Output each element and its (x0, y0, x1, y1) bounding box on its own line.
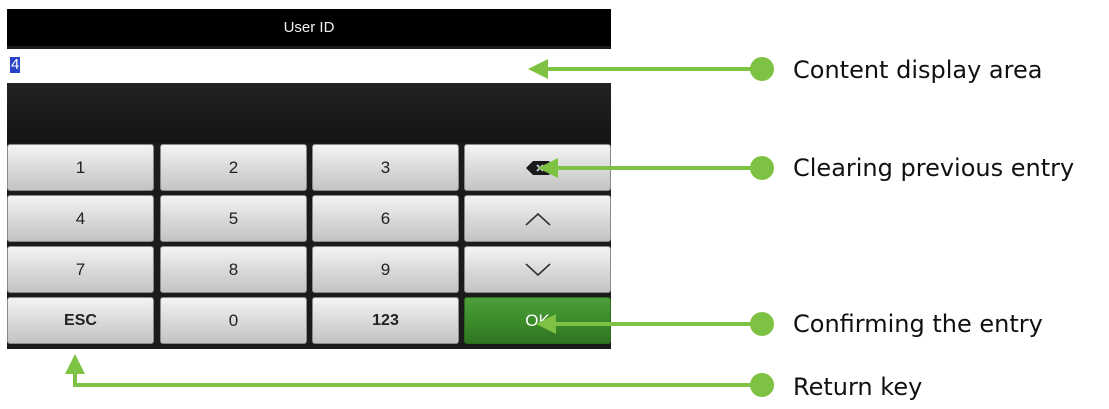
label-clear-previous: Clearing previous entry (793, 154, 1075, 182)
label-confirm: Confirming the entry (793, 310, 1043, 338)
dot-clear-previous (750, 156, 774, 180)
label-return: Return key (793, 373, 923, 401)
dot-confirm (750, 312, 774, 336)
dot-return (750, 373, 774, 397)
dot-content-display (750, 57, 774, 81)
arrow-return (65, 354, 758, 387)
label-content-display: Content display area (793, 56, 1043, 84)
